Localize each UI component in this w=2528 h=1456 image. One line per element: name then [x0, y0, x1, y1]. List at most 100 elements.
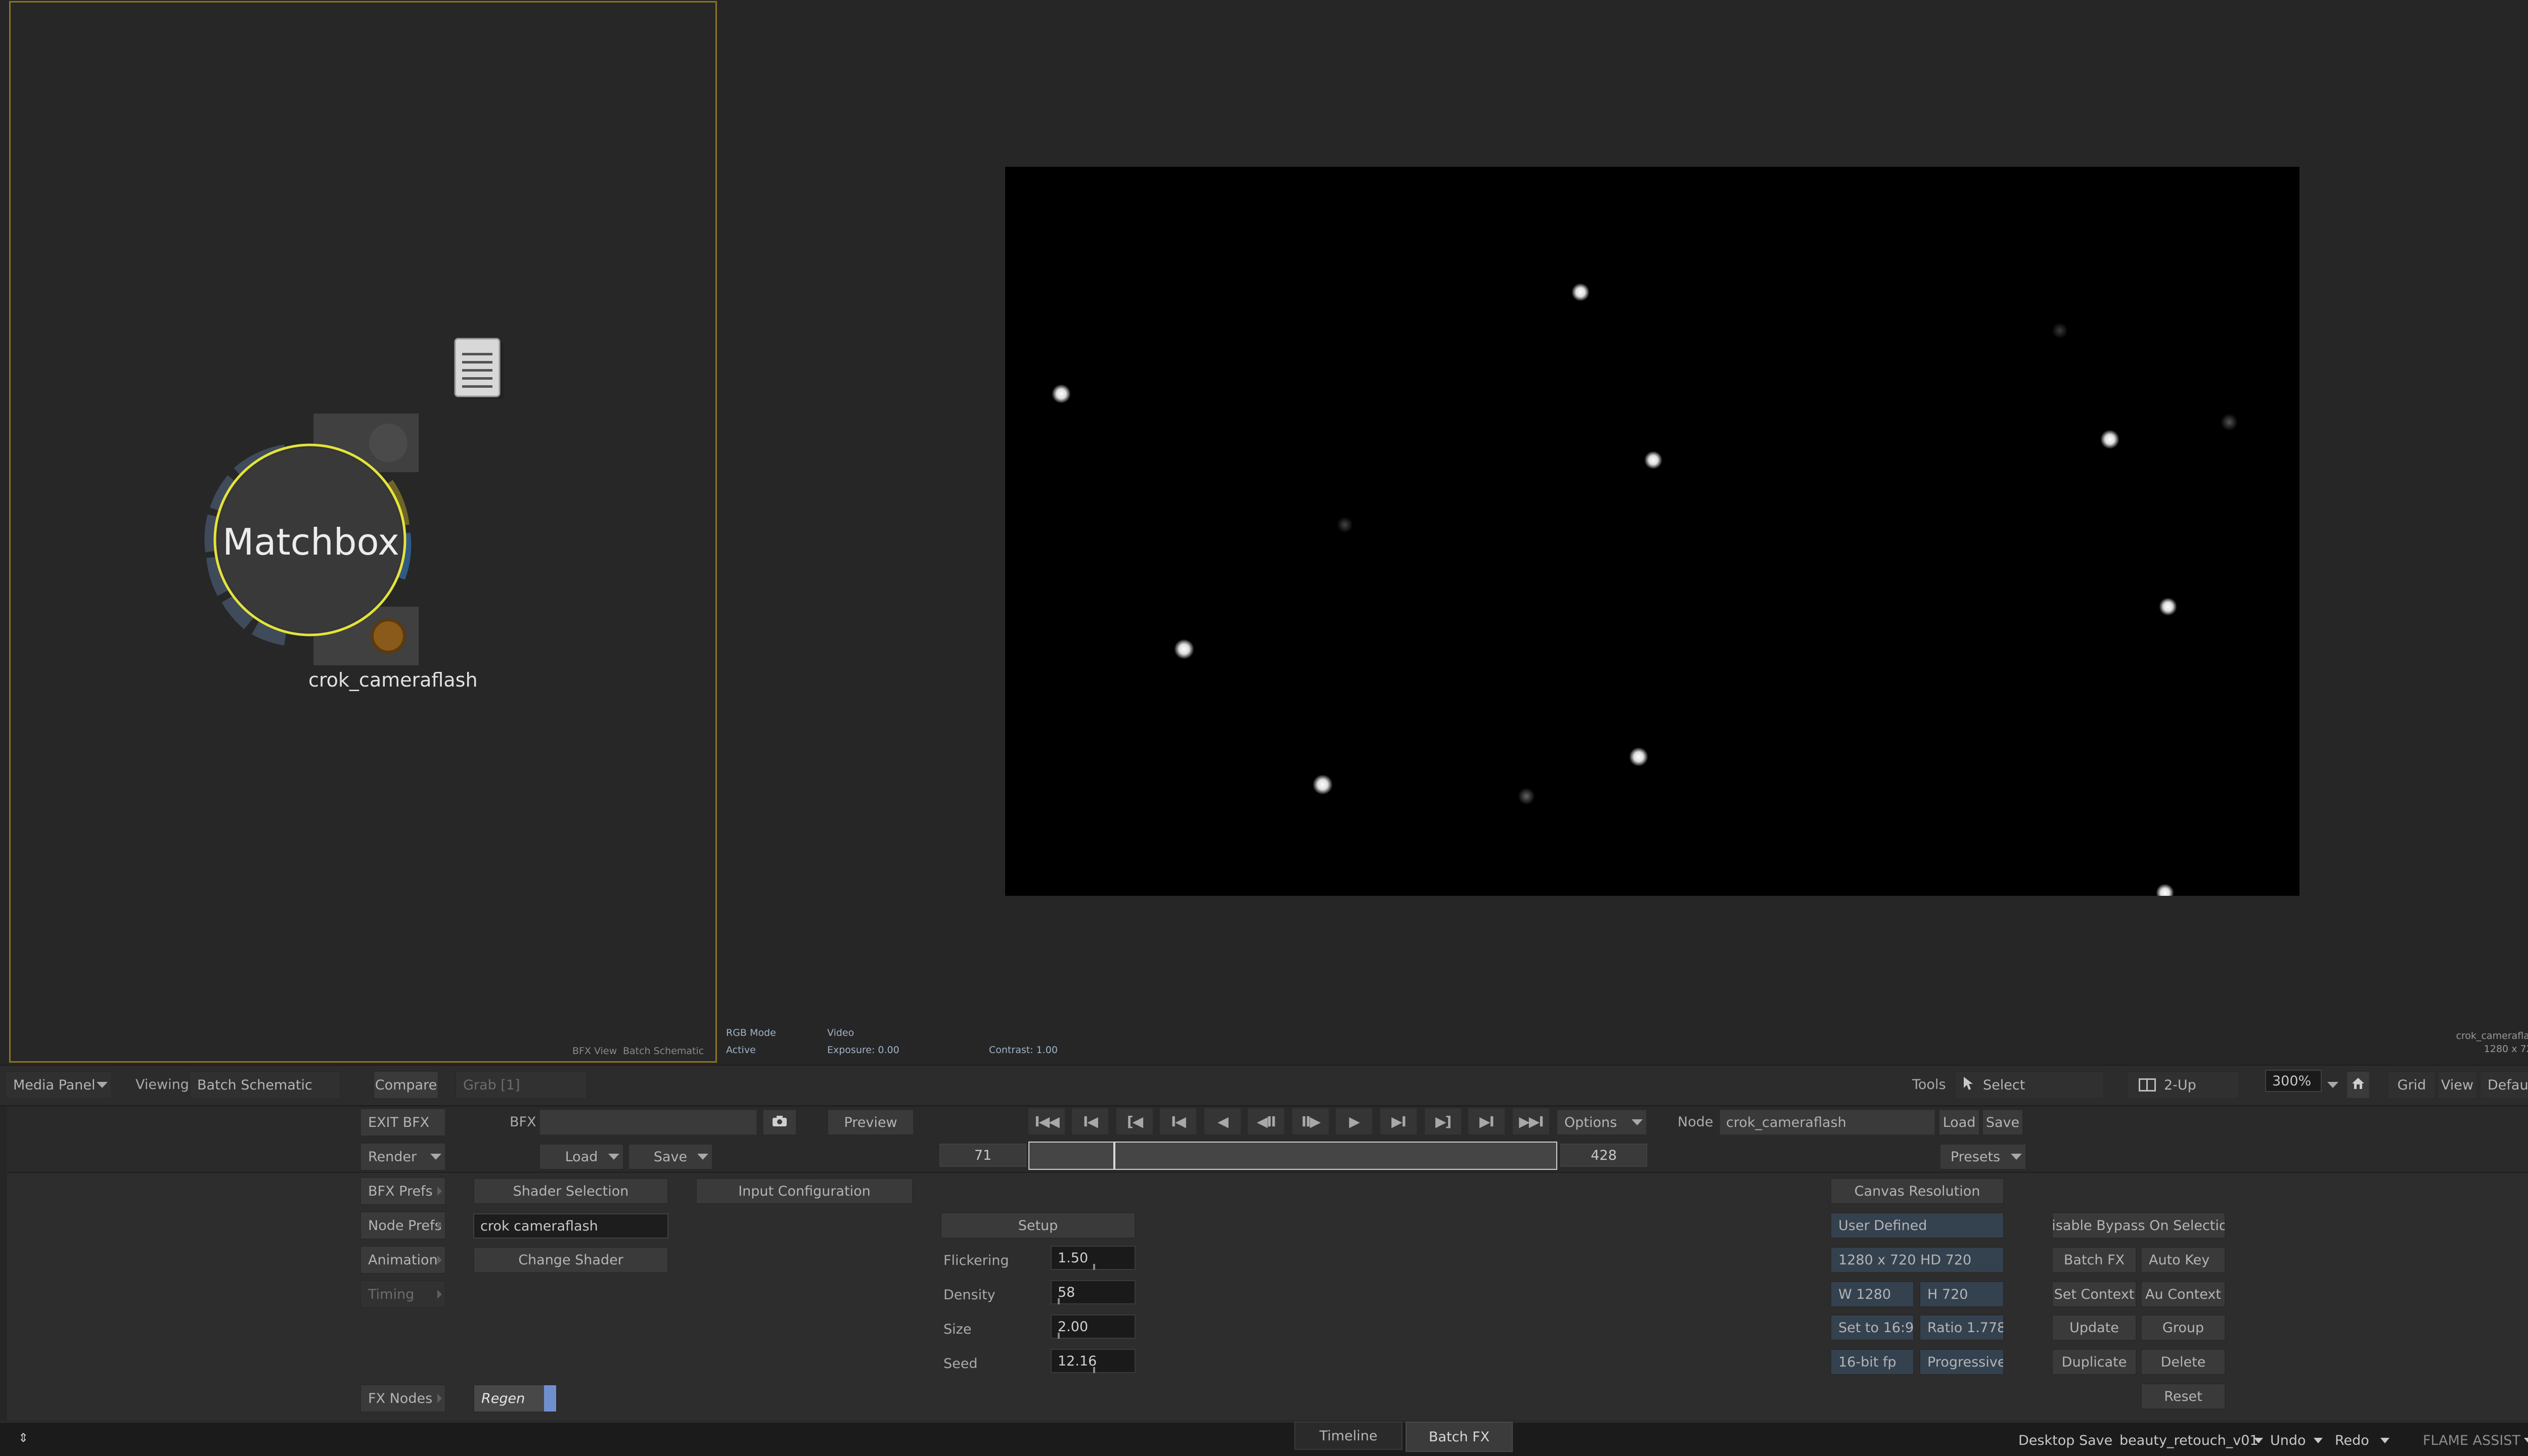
- frame-start-field[interactable]: 71: [939, 1144, 1026, 1167]
- next-mark-button[interactable]: ▶I: [1379, 1107, 1418, 1135]
- load-dropdown[interactable]: [605, 1145, 623, 1169]
- timeline-playhead[interactable]: [1113, 1143, 1115, 1169]
- bit-depth-select[interactable]: 16-bit fp: [1830, 1349, 1914, 1375]
- compare-button[interactable]: Compare: [373, 1071, 439, 1099]
- previous-keyframe-button[interactable]: I◀: [1071, 1107, 1109, 1135]
- save-dropdown[interactable]: [694, 1145, 712, 1169]
- bfx-name-field[interactable]: [539, 1109, 757, 1135]
- redo-button[interactable]: Redo: [2335, 1433, 2369, 1448]
- two-up-button[interactable]: 2-Up: [2127, 1071, 2240, 1099]
- desktop-button[interactable]: Desktop: [2018, 1433, 2074, 1448]
- node-prefs-tab[interactable]: Node Prefs: [360, 1211, 446, 1240]
- matchbox-node[interactable]: Matchbox: [179, 410, 442, 672]
- notes-document-icon[interactable]: [454, 338, 506, 401]
- grid-button[interactable]: Grid: [2387, 1071, 2436, 1099]
- flash-point: [2156, 884, 2174, 896]
- flash-point-dim: [2221, 414, 2238, 431]
- shader-selection-button[interactable]: Shader Selection: [473, 1178, 668, 1204]
- disable-bypass-button[interactable]: Disable Bypass On Selection: [2052, 1212, 2226, 1239]
- au-context-button[interactable]: Au Context: [2141, 1281, 2226, 1307]
- reset-button[interactable]: Reset: [2141, 1383, 2226, 1409]
- node-save-button[interactable]: Save: [1982, 1109, 2023, 1135]
- previous-mark-button[interactable]: I◀: [1159, 1107, 1197, 1135]
- save-button[interactable]: Save: [628, 1144, 713, 1170]
- next-frame-button[interactable]: ▶: [1335, 1107, 1373, 1135]
- play-reverse-button[interactable]: ◀II: [1247, 1107, 1285, 1135]
- width-field[interactable]: W 1280: [1830, 1281, 1914, 1307]
- bfx-prefs-tab[interactable]: BFX Prefs: [360, 1177, 446, 1205]
- go-to-start-button[interactable]: I◀◀: [1027, 1107, 1066, 1135]
- batch-fx-button[interactable]: Batch FX: [2052, 1247, 2137, 1273]
- seed-field[interactable]: 12.16: [1051, 1349, 1136, 1373]
- shader-name-field[interactable]: crok cameraflash: [473, 1213, 668, 1239]
- go-to-end-button[interactable]: ▶▶I: [1512, 1107, 1550, 1135]
- exit-bfx-button[interactable]: EXIT BFX: [360, 1108, 446, 1136]
- render-button[interactable]: Render: [360, 1143, 446, 1171]
- zoom-dropdown[interactable]: [2323, 1071, 2343, 1099]
- flickering-field[interactable]: 1.50: [1051, 1246, 1136, 1270]
- media-panel-dropdown[interactable]: [92, 1071, 112, 1099]
- change-shader-button[interactable]: Change Shader: [473, 1247, 668, 1273]
- previous-cut-button[interactable]: [◀: [1115, 1107, 1154, 1135]
- duplicate-button[interactable]: Duplicate: [2052, 1349, 2137, 1375]
- timeline-scrubber[interactable]: [1028, 1142, 1557, 1170]
- resolution-format-select[interactable]: 1280 x 720 HD 720: [1830, 1247, 2004, 1273]
- height-field[interactable]: H 720: [1919, 1281, 2004, 1307]
- redo-dropdown-icon[interactable]: [2380, 1438, 2389, 1443]
- undo-button[interactable]: Undo: [2270, 1433, 2306, 1448]
- presets-dropdown[interactable]: [2007, 1145, 2025, 1169]
- previous-frame-button[interactable]: ◀: [1203, 1107, 1242, 1135]
- viewer-image[interactable]: [1005, 167, 2299, 896]
- select-tool-button[interactable]: Select: [1955, 1071, 2104, 1099]
- set-context-button[interactable]: Set Context: [2052, 1281, 2137, 1307]
- footer-expand-icon[interactable]: ⇕: [18, 1431, 28, 1445]
- next-cut-button[interactable]: ▶]: [1424, 1107, 1462, 1135]
- zoom-field[interactable]: 300%: [2265, 1070, 2322, 1092]
- options-dropdown[interactable]: [1628, 1110, 1646, 1134]
- snapshot-button[interactable]: [762, 1109, 797, 1135]
- timing-tab[interactable]: Timing: [360, 1280, 446, 1308]
- app-menu-dropdown-icon[interactable]: [2524, 1438, 2528, 1443]
- footer-save-button[interactable]: Save: [2079, 1433, 2112, 1448]
- default-view-button[interactable]: Default: [2479, 1071, 2528, 1099]
- viewing-select[interactable]: Batch Schematic: [189, 1071, 341, 1099]
- node-load-button[interactable]: Load: [1938, 1109, 1980, 1135]
- matchbox-node-title: Matchbox: [222, 521, 399, 563]
- grab-button[interactable]: Grab [1]: [455, 1071, 588, 1099]
- preview-button[interactable]: Preview: [827, 1109, 914, 1135]
- density-field[interactable]: 58: [1051, 1280, 1136, 1304]
- next-keyframe-button[interactable]: ▶I: [1467, 1107, 1506, 1135]
- ratio-field[interactable]: Ratio 1.778: [1919, 1314, 2004, 1341]
- flash-point: [1052, 384, 1071, 403]
- resolution-preset-select[interactable]: User Defined: [1830, 1212, 2004, 1239]
- animation-tab[interactable]: Animation: [360, 1246, 446, 1274]
- play-pause-button[interactable]: II▶: [1291, 1107, 1330, 1135]
- delete-button[interactable]: Delete: [2141, 1349, 2226, 1375]
- scan-mode-select[interactable]: Progressive: [1919, 1349, 2004, 1375]
- load-button[interactable]: Load: [539, 1144, 624, 1170]
- group-button[interactable]: Group: [2141, 1314, 2226, 1341]
- home-view-button[interactable]: [2346, 1071, 2370, 1099]
- fx-nodes-tab[interactable]: FX Nodes: [360, 1384, 446, 1413]
- batch-fx-tab[interactable]: Batch FX: [1406, 1422, 1513, 1452]
- input-configuration-button[interactable]: Input Configuration: [696, 1178, 913, 1204]
- frame-start-value: 71: [974, 1147, 992, 1163]
- undo-dropdown-icon[interactable]: [2314, 1438, 2323, 1443]
- reset-label: Reset: [2164, 1388, 2202, 1404]
- view-button[interactable]: View: [2437, 1071, 2477, 1099]
- size-field[interactable]: 2.00: [1051, 1314, 1136, 1339]
- node-name-field[interactable]: crok_cameraflash: [1719, 1109, 1935, 1135]
- project-select[interactable]: beauty_retouch_v01: [2116, 1430, 2263, 1452]
- set-aspect-button[interactable]: Set to 16:9: [1830, 1314, 1914, 1341]
- options-button[interactable]: Options: [1556, 1109, 1647, 1135]
- timeline-tab[interactable]: Timeline: [1294, 1422, 1403, 1450]
- disable-bypass-label: Disable Bypass On Selection: [2052, 1217, 2225, 1234]
- node-prefs-label: Node Prefs: [368, 1217, 442, 1234]
- frame-end-field[interactable]: 428: [1560, 1144, 1647, 1167]
- regen-toggle[interactable]: Regen: [473, 1384, 557, 1413]
- presets-button[interactable]: Presets: [1939, 1144, 2026, 1170]
- render-dropdown[interactable]: [427, 1144, 445, 1170]
- auto-key-button[interactable]: Auto Key: [2141, 1247, 2226, 1273]
- group-label: Group: [2162, 1320, 2204, 1336]
- update-button[interactable]: Update: [2052, 1314, 2137, 1341]
